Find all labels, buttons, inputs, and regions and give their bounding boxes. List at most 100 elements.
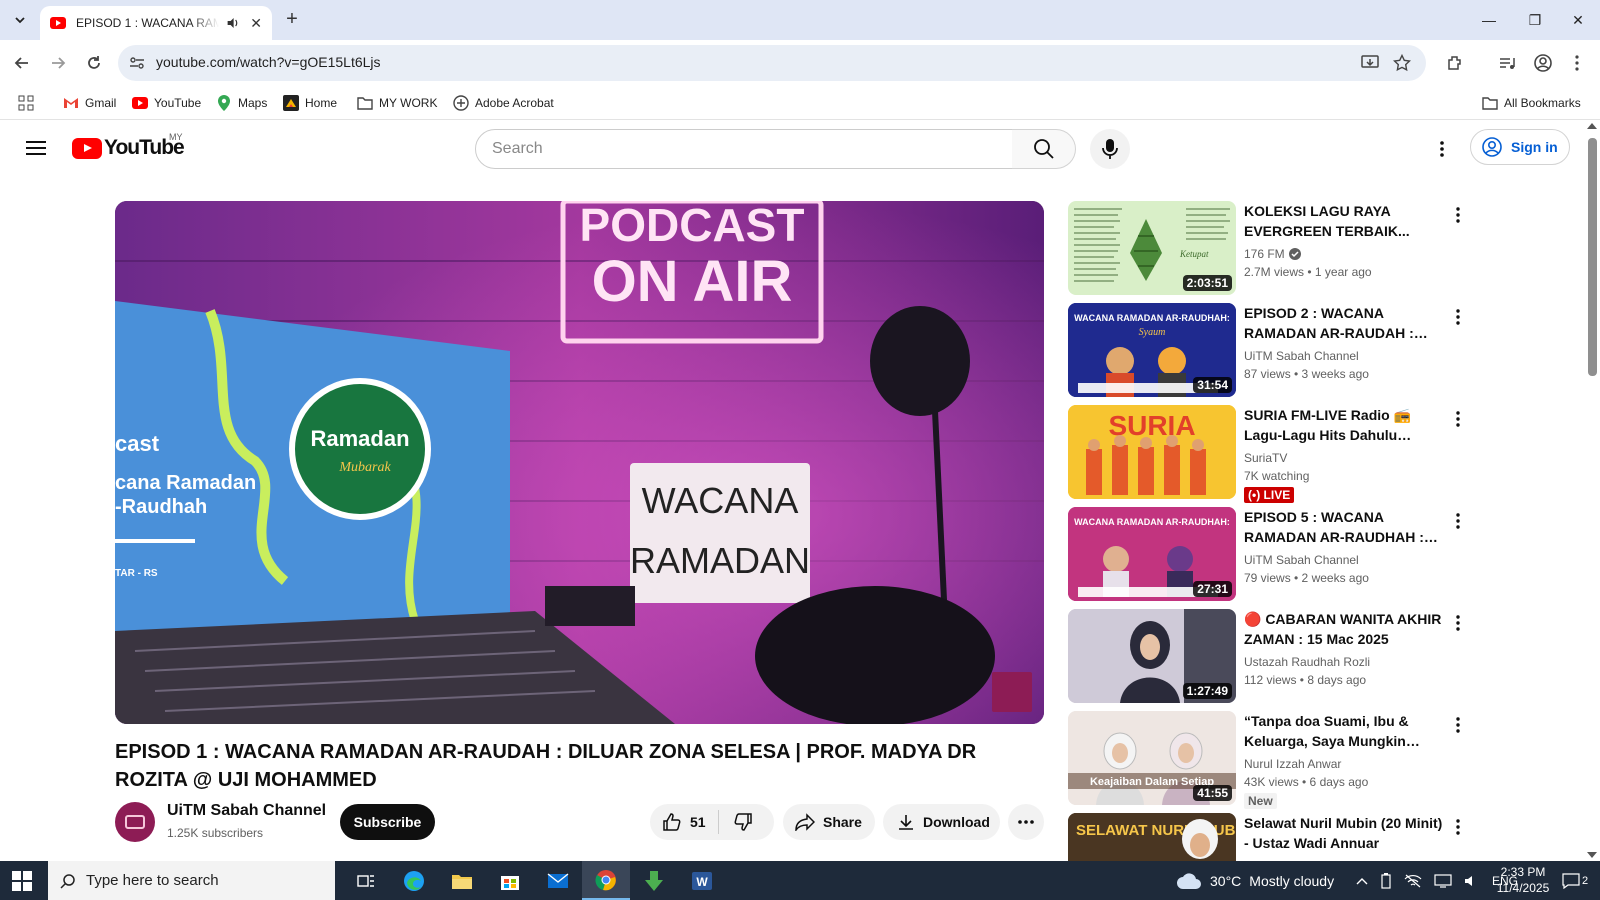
video-options-kebab-icon[interactable] [1450, 511, 1466, 531]
chevron-up-icon[interactable] [1356, 877, 1368, 885]
video-thumbnail[interactable]: 1:27:49 [1068, 609, 1236, 703]
related-video-title[interactable]: SURIA FM-LIVE Radio 📻 Lagu-Lagu Hits Dah… [1244, 405, 1444, 445]
hamburger-menu-icon[interactable] [24, 137, 48, 161]
address-bar[interactable]: youtube.com/watch?v=gOE15Lt6Ljs [118, 45, 1426, 81]
like-button[interactable]: 51 [650, 810, 719, 834]
related-video-item[interactable]: 1:27:49 🔴 CABARAN WANITA AKHIR ZAMAN : 1… [1068, 609, 1468, 703]
mail-app-icon[interactable] [534, 861, 582, 900]
video-thumbnail[interactable]: Keajaiban Dalam Setiap 41:55 [1068, 711, 1236, 805]
extensions-icon[interactable] [1444, 52, 1466, 74]
bookmark-maps[interactable]: Maps [216, 94, 267, 112]
related-video-item[interactable]: SURIA SURIA FM-LIVE Radio 📻 Lagu-Lagu Hi… [1068, 405, 1468, 503]
video-options-kebab-icon[interactable] [1450, 205, 1466, 225]
video-options-kebab-icon[interactable] [1450, 307, 1466, 327]
related-channel-name[interactable]: Ustazah Raudhah Rozli [1244, 655, 1370, 669]
new-tab-button[interactable]: + [280, 8, 304, 32]
taskbar-search-input[interactable]: Type here to search [48, 861, 335, 900]
battery-icon[interactable] [1380, 872, 1392, 889]
reload-button[interactable] [80, 49, 108, 77]
sign-in-button[interactable]: Sign in [1470, 129, 1570, 165]
site-info-icon[interactable] [128, 54, 146, 72]
related-video-item[interactable]: Keajaiban Dalam Setiap 41:55 “Tanpa doa … [1068, 711, 1468, 809]
subscribe-button[interactable]: Subscribe [340, 804, 435, 840]
system-clock[interactable]: 2:33 PM 11/4/2025 [1488, 864, 1558, 896]
chrome-taskbar-icon[interactable] [582, 861, 630, 900]
video-options-kebab-icon[interactable] [1450, 613, 1466, 633]
scrollbar-thumb[interactable] [1588, 138, 1597, 376]
video-thumbnail[interactable]: WACANA RAMADAN AR-RAUDHAH: 27:31 [1068, 507, 1236, 601]
notification-center[interactable]: 2 [1562, 861, 1588, 900]
related-video-item[interactable]: SELAWAT NURIL MUBIN Selawat Nuril Mubin … [1068, 813, 1468, 861]
related-channel-name[interactable]: Nurul Izzah Anwar [1244, 757, 1341, 771]
related-channel-name[interactable]: UiTM Sabah Channel [1244, 553, 1359, 567]
bookmark-gmail[interactable]: Gmail [63, 94, 116, 112]
minimize-button[interactable]: — [1466, 0, 1512, 40]
related-channel-name[interactable]: UiTM Sabah Channel [1244, 349, 1359, 363]
related-channel-name[interactable]: SuriaTV [1244, 451, 1287, 465]
speaker-icon[interactable] [1464, 874, 1480, 888]
share-button[interactable]: Share [783, 804, 875, 840]
browser-menu-icon[interactable] [1566, 52, 1588, 74]
page-scrollbar[interactable] [1584, 120, 1600, 861]
channel-avatar[interactable] [115, 802, 155, 842]
video-options-kebab-icon[interactable] [1450, 715, 1466, 735]
weather-widget[interactable]: 30°C Mostly cloudy [1176, 861, 1334, 900]
related-video-title[interactable]: EPISOD 2 : WACANA RAMADAN AR-RAUDAH : SY… [1244, 303, 1444, 343]
settings-kebab-icon[interactable] [1430, 137, 1454, 161]
url-text[interactable]: youtube.com/watch?v=gOE15Lt6Ljs [156, 54, 381, 70]
video-thumbnail[interactable]: Ketupat 2:03:51 [1068, 201, 1236, 295]
video-player[interactable]: PODCAST ON AIR Ramadan Mubarak cast cana… [115, 201, 1044, 724]
download-button[interactable]: Download [883, 804, 1000, 840]
related-video-title[interactable]: Selawat Nuril Mubin (20 Minit) - Ustaz W… [1244, 813, 1444, 853]
bookmark-my-work[interactable]: MY WORK [357, 94, 437, 112]
video-options-kebab-icon[interactable] [1450, 409, 1466, 429]
youtube-logo[interactable]: YouTube [72, 136, 185, 160]
related-video-item[interactable]: Ketupat 2:03:51 KOLEKSI LAGU RAYA EVERGR… [1068, 201, 1468, 295]
all-bookmarks-button[interactable]: All Bookmarks [1482, 94, 1581, 112]
video-thumbnail[interactable]: WACANA RAMADAN AR-RAUDHAH: Syaum 31:54 [1068, 303, 1236, 397]
voice-search-button[interactable] [1090, 129, 1130, 169]
bookmark-youtube[interactable]: YouTube [132, 94, 201, 112]
scroll-down-arrow-icon[interactable] [1587, 852, 1597, 858]
related-video-title[interactable]: EPISOD 5 : WACANA RAMADAN AR-RAUDHAH : M… [1244, 507, 1444, 547]
windows-start-icon[interactable] [12, 871, 32, 891]
video-thumbnail[interactable]: SELAWAT NURIL MUBIN [1068, 813, 1236, 861]
profile-icon[interactable] [1532, 52, 1554, 74]
maximize-button[interactable]: ❐ [1512, 0, 1558, 40]
related-video-title[interactable]: KOLEKSI LAGU RAYA EVERGREEN TERBAIK... [1244, 201, 1444, 241]
dislike-button[interactable] [719, 812, 767, 832]
video-thumbnail[interactable]: SURIA [1068, 405, 1236, 499]
related-video-title[interactable]: “Tanpa doa Suami, Ibu & Keluarga, Saya M… [1244, 711, 1444, 751]
browser-tab-active[interactable]: EPISOD 1 : WACANA RAMADAN AR-RAUDAH : DI… [40, 6, 272, 40]
search-button[interactable] [1012, 129, 1076, 169]
related-video-item[interactable]: WACANA RAMADAN AR-RAUDHAH: 27:31 EPISOD … [1068, 507, 1468, 601]
related-channel-name[interactable]: 176 FM [1244, 247, 1301, 261]
speaker-icon[interactable] [225, 16, 240, 30]
install-app-icon[interactable] [1360, 53, 1380, 73]
display-icon[interactable] [1434, 873, 1452, 888]
word-app-icon[interactable]: W [678, 861, 726, 900]
bookmark-star-icon[interactable] [1392, 53, 1412, 73]
edge-browser-icon[interactable] [390, 861, 438, 900]
download-manager-icon[interactable] [630, 861, 678, 900]
video-options-kebab-icon[interactable] [1450, 817, 1466, 837]
scroll-up-arrow-icon[interactable] [1587, 123, 1597, 129]
related-video-item[interactable]: WACANA RAMADAN AR-RAUDHAH: Syaum 31:54 EP… [1068, 303, 1468, 397]
bookmark-home[interactable]: Home [283, 94, 337, 112]
related-video-title[interactable]: 🔴 CABARAN WANITA AKHIR ZAMAN : 15 Mac 20… [1244, 609, 1444, 649]
tab-close-icon[interactable]: ✕ [250, 15, 262, 32]
task-view-icon[interactable] [342, 861, 390, 900]
bookmark-adobe-acrobat[interactable]: Adobe Acrobat [453, 94, 554, 112]
more-actions-button[interactable] [1008, 804, 1044, 840]
microsoft-store-icon[interactable] [486, 861, 534, 900]
media-control-icon[interactable] [1496, 52, 1518, 74]
tab-search-button[interactable] [8, 8, 32, 32]
window-close-button[interactable]: ✕ [1555, 0, 1600, 40]
channel-name[interactable]: UiTM Sabah Channel [167, 802, 326, 820]
file-explorer-icon[interactable] [438, 861, 486, 900]
channel-watermark[interactable] [992, 672, 1032, 712]
back-button[interactable] [8, 49, 36, 77]
apps-grid-button[interactable] [18, 94, 34, 112]
search-input[interactable]: Search [475, 129, 1013, 169]
network-off-icon[interactable] [1404, 874, 1422, 888]
